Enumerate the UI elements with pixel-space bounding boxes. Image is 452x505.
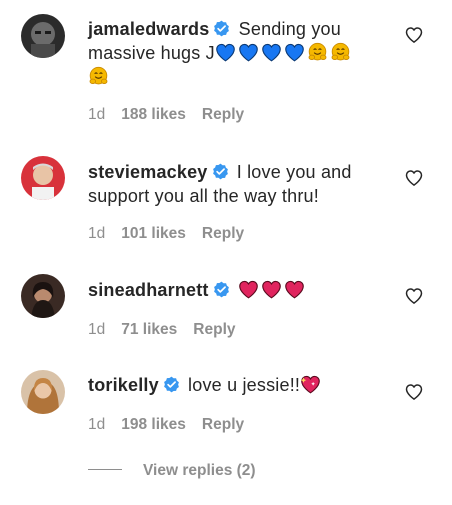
- username[interactable]: torikelly: [88, 375, 159, 395]
- like-heart-icon[interactable]: [404, 286, 424, 306]
- red-heart-emoji: [284, 279, 305, 300]
- comment-text: jamaledwards Sending you massive hugs J: [88, 17, 388, 89]
- blue-heart-emoji: [238, 42, 259, 63]
- avatar[interactable]: [21, 274, 65, 318]
- verified-badge-icon: [213, 280, 230, 298]
- verified-badge-icon: [163, 375, 180, 393]
- like-heart-icon[interactable]: [404, 382, 424, 402]
- likes-count[interactable]: 71 likes: [121, 321, 177, 338]
- likes-count[interactable]: 188 likes: [121, 106, 186, 123]
- reply-button[interactable]: Reply: [202, 106, 244, 123]
- blue-heart-emoji: [261, 42, 282, 63]
- view-replies-button[interactable]: View replies (2): [88, 462, 256, 482]
- username[interactable]: jamaledwards: [88, 19, 209, 39]
- hugging-face-emoji: [88, 66, 109, 87]
- reply-button[interactable]: Reply: [202, 225, 244, 242]
- blue-heart-emoji: [215, 42, 236, 63]
- red-heart-emoji: [261, 279, 282, 300]
- comment-time[interactable]: 1d: [88, 225, 105, 242]
- comment-time[interactable]: 1d: [88, 416, 105, 433]
- comment-text: steviemackey I love you and support you …: [88, 160, 388, 208]
- verified-badge-icon: [213, 19, 230, 37]
- blue-heart-emoji: [284, 42, 305, 63]
- avatar[interactable]: [21, 14, 65, 58]
- comment-time[interactable]: 1d: [88, 106, 105, 123]
- comment-body: love u jessie!!: [188, 375, 301, 395]
- comment-meta: 1d 71 likes Reply: [88, 321, 236, 339]
- reply-button[interactable]: Reply: [193, 321, 235, 338]
- red-heart-emoji: [238, 279, 259, 300]
- like-heart-icon[interactable]: [404, 168, 424, 188]
- sparkling-heart-emoji: [300, 374, 321, 395]
- comment-text: sineadharnett: [88, 278, 388, 302]
- comment-time[interactable]: 1d: [88, 321, 105, 338]
- username[interactable]: sineadharnett: [88, 280, 209, 300]
- comment-text: torikelly love u jessie!!: [88, 373, 388, 397]
- like-heart-icon[interactable]: [404, 25, 424, 45]
- avatar[interactable]: [21, 370, 65, 414]
- divider-line: [88, 469, 122, 470]
- verified-badge-icon: [212, 162, 229, 180]
- username[interactable]: steviemackey: [88, 162, 208, 182]
- view-replies-label: View replies (2): [143, 462, 256, 479]
- likes-count[interactable]: 198 likes: [121, 416, 186, 433]
- hugging-face-emoji: [307, 42, 328, 63]
- hugging-face-emoji: [330, 42, 351, 63]
- avatar[interactable]: [21, 156, 65, 200]
- reply-button[interactable]: Reply: [202, 416, 244, 433]
- comment-meta: 1d 188 likes Reply: [88, 106, 244, 124]
- comment-meta: 1d 198 likes Reply: [88, 416, 244, 434]
- likes-count[interactable]: 101 likes: [121, 225, 186, 242]
- comment-meta: 1d 101 likes Reply: [88, 225, 244, 243]
